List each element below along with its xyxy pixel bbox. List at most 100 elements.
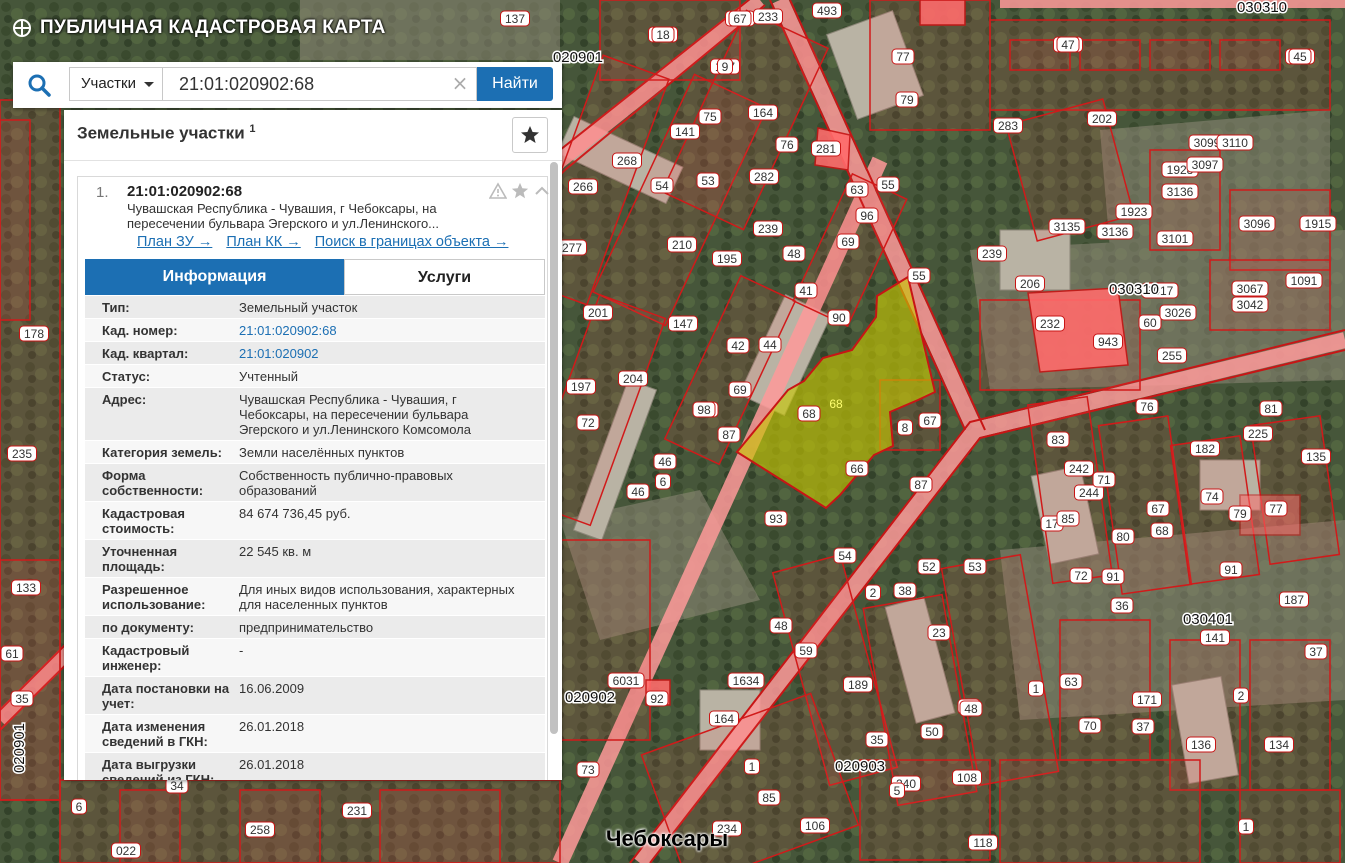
parcel-label: 45 (1293, 50, 1307, 64)
parcel-label: 55 (881, 178, 895, 192)
parcel-label: 46 (658, 455, 672, 469)
search-icon[interactable] (27, 73, 51, 97)
parcel-label: 68 (802, 407, 816, 421)
parcel-label: 36 (1115, 599, 1129, 613)
info-row-value: Учтенный (239, 369, 299, 384)
parcel-label: 96 (860, 209, 874, 223)
parcel-label: 2 (1238, 689, 1245, 703)
parcel-label: 79 (1233, 507, 1247, 521)
plan-zu-link[interactable]: План ЗУ → (137, 234, 212, 250)
tab-services[interactable]: Услуги (344, 259, 545, 295)
plan-kk-link[interactable]: План КК → (226, 234, 300, 250)
clear-search-icon[interactable]: × (450, 67, 470, 101)
parcel-label: 1 (749, 760, 756, 774)
info-row-label: Уточненная площадь: (102, 544, 178, 574)
parcel-label: 239 (758, 222, 778, 236)
parcel-label: 118 (973, 836, 992, 850)
parcel-label: 55 (912, 269, 926, 283)
parcel-label: 71 (1097, 473, 1111, 487)
chevron-up-icon[interactable] (533, 182, 551, 200)
parcel-label: 3097 (1192, 158, 1219, 172)
scrollbar-thumb[interactable] (550, 162, 558, 734)
star-icon[interactable] (511, 182, 529, 200)
parcel-label: 91 (1106, 570, 1120, 584)
parcel-label: 1923 (1121, 205, 1148, 219)
parcel-label: 79 (900, 93, 914, 107)
info-row-value: Земельный участок (239, 300, 358, 315)
parcel-label: 182 (1195, 442, 1215, 456)
parcel-label: 277 (562, 241, 582, 255)
info-row-label: Кад. номер: (102, 323, 178, 338)
parcel-label: 85 (762, 791, 776, 805)
tab-information[interactable]: Информация (85, 259, 344, 295)
parcel-label: 54 (838, 549, 852, 563)
panel-scrollbar[interactable] (550, 162, 558, 776)
info-row-value: 26.01.2018 (239, 719, 305, 734)
info-row-value: Чувашская Республика - Чувашия, г Чебокс… (239, 392, 471, 437)
parcel-label: 83 (1051, 433, 1065, 447)
parcel-label: 42 (731, 339, 745, 353)
selected-parcel-label: 68 (829, 397, 843, 411)
parcel-label: 77 (1269, 502, 1283, 516)
warning-icon[interactable] (489, 182, 507, 200)
parcel-label: 35 (870, 733, 884, 747)
parcel-label: 35 (15, 692, 29, 706)
parcel-label: 3042 (1237, 298, 1264, 312)
parcel-label: 90 (832, 311, 846, 325)
result-actions (489, 182, 551, 200)
parcel-label: 63 (850, 183, 864, 197)
parcel-label: 232 (1040, 317, 1060, 331)
search-button[interactable]: Найти (477, 67, 553, 101)
parcel-label: 108 (957, 771, 977, 785)
parcel-label: 66 (850, 462, 864, 476)
parcel-label: 106 (805, 819, 825, 833)
parcel-label: 5 (894, 784, 901, 798)
result-cadastral-number[interactable]: 21:01:020902:68 (127, 183, 242, 200)
parcel-label: 38 (898, 584, 912, 598)
parcel-label: 1091 (1291, 274, 1318, 288)
search-in-bounds-link[interactable]: Поиск в границах объекта → (315, 234, 509, 250)
parcel-label: 87 (914, 478, 928, 492)
parcel-label: 74 (1205, 490, 1219, 504)
parcel-label: 92 (650, 692, 664, 706)
panel-title: Земельные участки 1 (77, 123, 256, 144)
parcel-label: 283 (998, 119, 1018, 133)
parcel-label: 93 (769, 512, 783, 526)
result-index: 1. (96, 184, 109, 201)
parcel-label: 48 (964, 702, 978, 716)
info-row-label: Тип: (102, 300, 130, 315)
parcel-label: 197 (571, 380, 591, 394)
info-row-value: - (239, 643, 244, 658)
search-type-select[interactable]: Участки (69, 67, 163, 101)
cadastral-quarter-label: 020901 (11, 723, 28, 773)
info-row: Кад. номер: 21:01:020902:68 (85, 319, 545, 342)
info-row-label: Категория земель: (102, 445, 223, 460)
parcel-label: 943 (1098, 335, 1118, 349)
parcel-label: 48 (787, 247, 801, 261)
parcel-label: 9 (722, 60, 729, 74)
parcel-label: 147 (673, 317, 693, 331)
parcel-label: 67 (733, 12, 747, 26)
app-title-text: ПУБЛИЧНАЯ КАДАСТРОВАЯ КАРТА (40, 17, 386, 38)
search-type-label: Участки (81, 75, 136, 92)
info-row-label: Адрес: (102, 392, 147, 407)
info-row-value[interactable]: 21:01:020902 (239, 346, 529, 361)
results-panel: Земельные участки 1 1. 21:01:020902:68 Ч… (64, 110, 562, 780)
result-links: План ЗУ → План КК → Поиск в границах объек… (137, 234, 522, 250)
info-row-value: 16.06.2009 (239, 681, 305, 696)
parcel-label: 1 (1243, 820, 1250, 834)
cadastral-quarter-label: 030401 (1183, 611, 1233, 628)
search-input[interactable]: 21:01:020902:68 (163, 67, 477, 101)
parcel-label: 53 (968, 560, 982, 574)
info-row: Тип: Земельный участок (85, 296, 545, 319)
info-row: Разрешенное использование: Для иных видов… (85, 578, 545, 616)
info-row-value[interactable]: 21:01:020902:68 (239, 323, 529, 338)
parcel-label: 73 (581, 763, 595, 777)
parcel-label: 281 (816, 142, 836, 156)
parcel-label: 255 (1162, 349, 1182, 363)
favorite-button[interactable] (512, 117, 548, 153)
parcel-label: 206 (1020, 277, 1040, 291)
parcel-label: 233 (758, 10, 778, 24)
parcel-label: 171 (1137, 693, 1157, 707)
parcel-label: 268 (617, 154, 637, 168)
